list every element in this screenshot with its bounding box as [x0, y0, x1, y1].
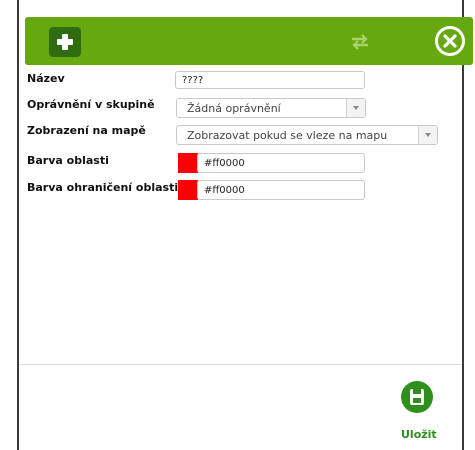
name-field[interactable]: ????	[175, 71, 365, 89]
close-icon	[443, 34, 457, 48]
footer-divider	[19, 364, 462, 365]
name-row: Název ????	[27, 71, 447, 95]
name-label: Název	[27, 72, 65, 85]
map-display-row: Zobrazení na mapě Zobrazovat pokud se vl…	[27, 123, 447, 147]
chevron-down-icon	[346, 99, 365, 117]
border-color-label: Barva ohraničení oblasti	[27, 181, 179, 194]
dialog-toolbar	[25, 17, 473, 65]
save-button[interactable]	[401, 381, 433, 413]
area-color-value: #ff0000	[204, 158, 245, 169]
chevron-down-icon	[418, 126, 437, 144]
map-display-value: Zobrazovat pokud se vleze na mapu	[187, 129, 388, 142]
name-value: ????	[182, 75, 204, 86]
permissions-label: Oprávnění v skupině	[27, 98, 155, 111]
save-label[interactable]: Uložit	[401, 428, 441, 442]
permissions-value: Žádná oprávnění	[187, 102, 281, 115]
map-display-label: Zobrazení na mapě	[27, 124, 146, 137]
permissions-row: Oprávnění v skupině Žádná oprávnění	[27, 97, 447, 121]
area-color-field[interactable]: #ff0000	[197, 153, 365, 173]
area-color-swatch[interactable]	[178, 153, 198, 173]
map-display-select[interactable]: Zobrazovat pokud se vleze na mapu	[176, 125, 438, 145]
area-color-row: Barva oblasti #ff0000	[27, 153, 447, 177]
border-color-swatch[interactable]	[178, 180, 198, 200]
add-button[interactable]	[49, 27, 81, 57]
border-color-field[interactable]: #ff0000	[197, 180, 365, 200]
floppy-disk-icon	[410, 389, 424, 405]
border-color-row: Barva ohraničení oblasti #ff0000	[27, 180, 447, 204]
dialog-panel: Název ???? Oprávnění v skupině Žádná opr…	[17, 0, 473, 450]
permissions-select[interactable]: Žádná oprávnění	[176, 98, 366, 118]
area-color-label: Barva oblasti	[27, 154, 109, 167]
border-color-value: #ff0000	[204, 185, 245, 196]
sync-icon[interactable]	[349, 32, 371, 52]
close-button[interactable]	[434, 25, 466, 57]
